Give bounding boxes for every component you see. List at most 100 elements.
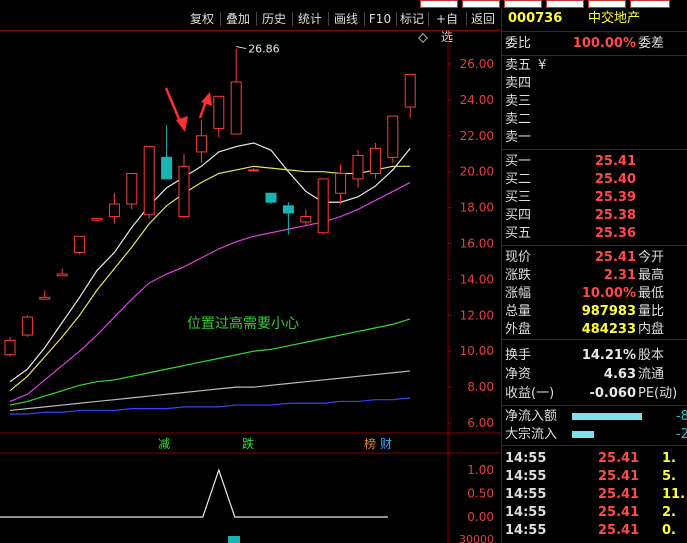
sub-indicator-panel: 1.00 0.50 0.00 30000: [0, 463, 494, 543]
y-tick-label: 20.00: [460, 165, 494, 179]
top-tab-1[interactable]: [420, 0, 458, 8]
quote-row: 总量 987983 量比: [502, 303, 687, 321]
quote-row-label: 总量: [505, 304, 532, 319]
tick-row[interactable]: 14:55 25.41 11.: [502, 486, 687, 504]
tick-volume: 1.: [662, 451, 676, 466]
buy-row-value: 25.36: [594, 226, 636, 241]
flow-bar: [572, 431, 594, 438]
toolbar-stats-button[interactable]: 统计: [294, 10, 326, 28]
stock-name: 中交地产: [588, 11, 641, 26]
tick-row[interactable]: 14:55 25.41 5.: [502, 468, 687, 486]
buy-row-value: 25.40: [594, 172, 636, 187]
top-tab-4[interactable]: [546, 0, 584, 8]
flow-label: 大宗流入: [505, 427, 558, 442]
buy-row-value: 25.39: [594, 190, 636, 205]
stat-row-right-label: 股本: [638, 348, 665, 363]
buy-row: 买二 25.40: [502, 171, 687, 189]
candle-body: [248, 169, 260, 172]
toolbar-separator: [328, 12, 329, 26]
toolbar-back-button[interactable]: 返回: [468, 10, 498, 28]
weibi-label: 委比: [505, 36, 532, 51]
candle-body: [335, 172, 347, 194]
volume-axis-label: 30000: [459, 533, 494, 543]
sell-row: 卖一: [502, 129, 687, 147]
quote-row-right-label: 今开: [638, 250, 665, 265]
tick-row[interactable]: 14:55 25.41 2.: [502, 504, 687, 522]
quote-row-value: 987983: [581, 304, 636, 319]
tick-time: 14:55: [505, 505, 547, 520]
candle-body: [352, 155, 364, 180]
quote-row-label: 现价: [505, 250, 532, 265]
candle-body: [282, 205, 294, 214]
toolbar-fuquan-button[interactable]: 复权: [186, 10, 218, 28]
ma-white-line: [9, 142, 411, 383]
candle-body: [21, 316, 33, 336]
flow-row: 净流入额 -8: [502, 408, 687, 426]
ma-blue-line: [10, 397, 411, 415]
sell-row: 卖二: [502, 111, 687, 129]
candle-body: [317, 178, 329, 234]
quote-row: 涨跌 2.31 最高: [502, 267, 687, 285]
y-tick-label: 26.00: [460, 57, 494, 71]
candle-body: [39, 296, 51, 300]
y-tick-label: 24.00: [460, 93, 494, 107]
y-tick-label: 6.00: [467, 416, 494, 430]
quote-row-value: 2.31: [603, 268, 636, 283]
buy-row: 买三 25.39: [502, 189, 687, 207]
candle-body: [230, 81, 242, 135]
peak-marker: [236, 46, 247, 50]
event-marker: 榜: [364, 436, 376, 451]
candle-body: [178, 165, 190, 218]
y-tick-label: 10.00: [460, 344, 494, 358]
tick-time: 14:55: [505, 523, 547, 538]
top-tab-3[interactable]: [504, 0, 542, 8]
toolbar-separator: [220, 12, 221, 26]
tick-row[interactable]: 14:55 25.41 1.: [502, 450, 687, 468]
divider: [502, 149, 687, 150]
toolbar-overlay-button[interactable]: 叠加: [222, 10, 254, 28]
flow-value: -8: [676, 409, 687, 424]
candle-body: [143, 146, 155, 216]
quote-row: 现价 25.41 今开: [502, 249, 687, 267]
toolbar-mark-button[interactable]: 标记: [398, 10, 426, 28]
quote-panel: 000736 中交地产 委比 100.00% 委差 卖五 ¥ 卖四 卖三 卖二 卖一 买一…: [501, 8, 687, 543]
flow-bar: [572, 413, 642, 420]
ma-magenta-line: [9, 181, 411, 403]
toolbar-draw-button[interactable]: 画线: [330, 10, 362, 28]
stat-row: 净资 4.63 流通: [502, 366, 687, 384]
toolbar-separator: [256, 12, 257, 26]
candle-body: [300, 216, 312, 223]
buy-row-label: 买四: [505, 208, 532, 223]
candle-body: [74, 235, 86, 253]
chart-toolbar: 复权 叠加 历史 统计 画线 F10 标记 +自选 返回: [0, 8, 501, 44]
candle-body: [108, 203, 120, 218]
toolbar-f10-button[interactable]: F10: [366, 10, 394, 28]
tick-row[interactable]: 14:55 25.41 0.: [502, 522, 687, 540]
candle-body: [4, 339, 16, 356]
sub-indicator-line: [0, 468, 388, 518]
tick-volume: 5.: [662, 469, 676, 484]
y-tick-label: 16.00: [460, 237, 494, 251]
divider: [502, 55, 687, 56]
stat-row-right-label: PE(动): [638, 386, 678, 401]
buy-row-value: 25.41: [594, 154, 636, 169]
tick-time: 14:55: [505, 451, 547, 466]
sub-axis-label: 1.00: [467, 463, 494, 477]
candle-body: [213, 95, 225, 130]
divider: [502, 445, 687, 446]
sell-level-label: 卖二: [505, 112, 532, 127]
price-axis: 26.00 24.00 22.00 20.00 18.00 16.00 14.00 12.00…: [448, 57, 494, 430]
window-top-strip: [0, 0, 687, 8]
quote-row-value: 10.00%: [581, 286, 636, 301]
top-tab-5[interactable]: [588, 0, 626, 8]
volume-bar: [228, 536, 240, 543]
quote-row: 涨幅 10.00% 最低: [502, 285, 687, 303]
toolbar-history-button[interactable]: 历史: [258, 10, 290, 28]
toolbar-separator: [428, 12, 429, 26]
top-tab-6[interactable]: [630, 0, 670, 8]
toolbar-add-watchlist-button[interactable]: +自选: [430, 10, 464, 44]
quote-row-right-label: 最低: [638, 286, 665, 301]
quote-row-value: 484233: [581, 322, 636, 337]
kline-chart[interactable]: 26.00 24.00 22.00 20.00 18.00 16.00 14.00 12.00…: [0, 30, 501, 543]
top-tab-2[interactable]: [462, 0, 500, 8]
